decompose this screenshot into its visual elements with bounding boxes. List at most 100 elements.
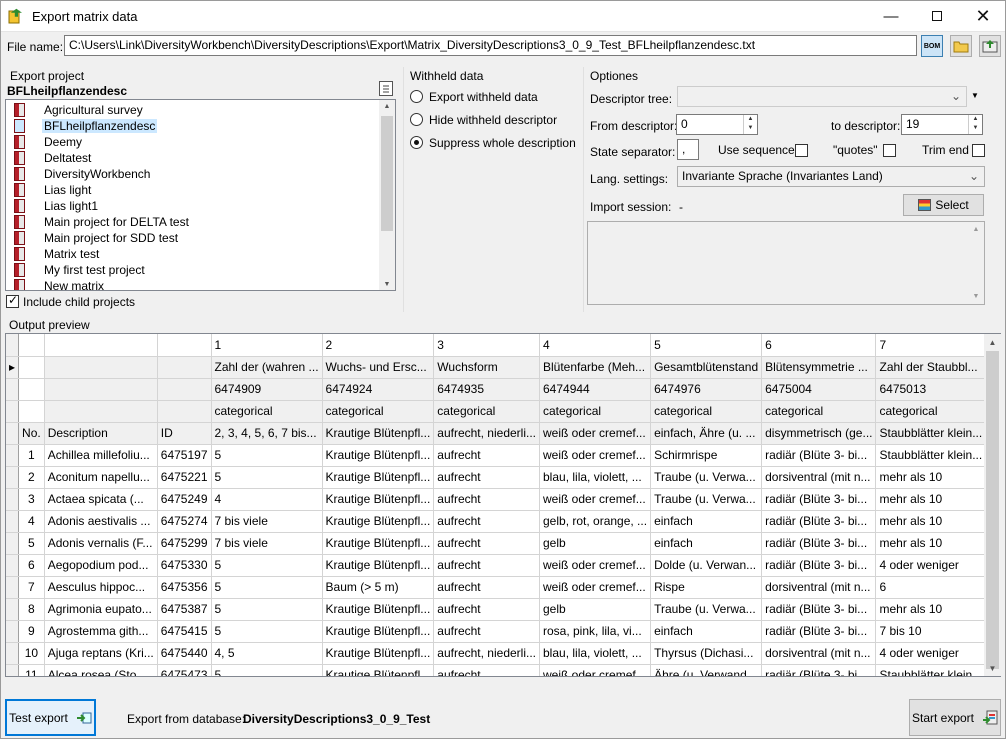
grid-cell[interactable] [157, 334, 212, 357]
scroll-thumb[interactable] [986, 351, 999, 669]
project-list-item[interactable]: Lias light1 [14, 198, 100, 214]
data-cell[interactable]: Schirmrispe [650, 444, 763, 467]
row-header[interactable] [6, 510, 20, 533]
descriptor-name-cell[interactable]: Zahl der (wahren ... [211, 356, 323, 379]
column-number[interactable]: 5 [650, 334, 763, 357]
row-header[interactable] [6, 642, 20, 665]
data-cell[interactable]: aufrecht, niederli... [433, 642, 540, 665]
grid-cell[interactable] [18, 378, 45, 401]
suppress-description-radio[interactable] [410, 136, 423, 149]
descriptor-id-cell[interactable]: 6475013 [875, 378, 987, 401]
data-cell[interactable]: weiß oder cremef... [539, 488, 652, 511]
data-cell[interactable]: 6475473 [157, 664, 212, 676]
state-separator-input[interactable]: , [677, 139, 699, 160]
project-details-button[interactable] [379, 81, 393, 96]
descriptor-id-cell[interactable]: 6474935 [433, 378, 540, 401]
project-list-item[interactable]: Deltatest [14, 150, 93, 166]
grid-cell[interactable] [157, 378, 212, 401]
grid-cell[interactable] [44, 400, 158, 423]
descriptor-name-cell[interactable]: Wuchs- und Ersc... [322, 356, 435, 379]
data-cell[interactable]: aufrecht [433, 554, 540, 577]
grid-cell[interactable] [6, 400, 20, 423]
data-cell[interactable]: Agrostemma gith... [44, 620, 158, 643]
data-cell[interactable]: aufrecht [433, 510, 540, 533]
save-file-button[interactable] [979, 35, 1001, 57]
data-cell[interactable]: 9 [18, 620, 45, 643]
data-cell[interactable]: 6475415 [157, 620, 212, 643]
header-cell[interactable]: weiß oder cremef... [539, 422, 652, 445]
data-cell[interactable]: blau, lila, violett, ... [539, 642, 652, 665]
data-cell[interactable]: aufrecht [433, 620, 540, 643]
descriptor-name-cell[interactable]: Wuchsform [433, 356, 540, 379]
project-scroll-thumb[interactable] [381, 116, 393, 231]
data-cell[interactable]: 4 oder weniger [875, 554, 987, 577]
data-cell[interactable]: weiß oder cremef... [539, 444, 652, 467]
descriptor-name-cell[interactable]: Blütensymmetrie ... [761, 356, 877, 379]
header-cell[interactable]: einfach, Ähre (u. ... [650, 422, 763, 445]
data-cell[interactable]: mehr als 10 [875, 598, 987, 621]
data-cell[interactable]: Krautige Blütenpfl... [322, 554, 435, 577]
data-cell[interactable]: 6475440 [157, 642, 212, 665]
descriptor-id-cell[interactable]: 6475004 [761, 378, 877, 401]
data-cell[interactable]: Actaea spicata (... [44, 488, 158, 511]
data-cell[interactable]: Krautige Blütenpfl... [322, 620, 435, 643]
row-header[interactable] [6, 598, 20, 621]
data-cell[interactable]: dorsiventral (mit n... [761, 576, 877, 599]
data-cell[interactable]: einfach [650, 510, 763, 533]
data-cell[interactable]: aufrecht [433, 532, 540, 555]
open-folder-button[interactable] [950, 35, 972, 57]
project-list-item[interactable]: My first test project [14, 262, 147, 278]
data-cell[interactable]: rosa, pink, lila, vi... [539, 620, 652, 643]
project-list-item[interactable]: Agricultural survey [14, 102, 145, 118]
descriptor-type-cell[interactable]: categorical [875, 400, 987, 423]
data-cell[interactable]: 5 [211, 620, 323, 643]
row-header[interactable] [6, 444, 20, 467]
data-cell[interactable]: Traube (u. Verwa... [650, 488, 763, 511]
data-cell[interactable]: Achillea millefoliu... [44, 444, 158, 467]
data-cell[interactable]: 6 [18, 554, 45, 577]
descriptor-name-cell[interactable]: Gesamtblütenstand [650, 356, 763, 379]
data-cell[interactable]: weiß oder cremef... [539, 554, 652, 577]
data-cell[interactable]: Staubblätter klein... [875, 664, 987, 676]
data-cell[interactable]: 6475221 [157, 466, 212, 489]
data-cell[interactable]: Krautige Blütenpfl... [322, 598, 435, 621]
data-cell[interactable]: Dolde (u. Verwan... [650, 554, 763, 577]
trim-end-checkbox[interactable] [972, 144, 985, 157]
project-list-item[interactable]: Main project for DELTA test [14, 214, 191, 230]
data-cell[interactable]: 4 [211, 488, 323, 511]
header-cell[interactable]: 2, 3, 4, 5, 6, 7 bis... [211, 422, 323, 445]
data-cell[interactable]: 5 [211, 444, 323, 467]
data-cell[interactable]: 6475387 [157, 598, 212, 621]
data-cell[interactable]: 7 bis 10 [875, 620, 987, 643]
data-cell[interactable]: radiär (Blüte 3- bi... [761, 444, 877, 467]
descriptor-tree-select[interactable]: ⌄ [677, 86, 967, 107]
data-cell[interactable]: Rispe [650, 576, 763, 599]
data-cell[interactable]: einfach [650, 532, 763, 555]
data-cell[interactable]: 6475197 [157, 444, 212, 467]
grid-cell[interactable] [157, 400, 212, 423]
data-cell[interactable]: Adonis aestivalis ... [44, 510, 158, 533]
data-cell[interactable]: Krautige Blütenpfl... [322, 532, 435, 555]
data-cell[interactable]: 5 [18, 532, 45, 555]
test-export-button[interactable]: Test export [5, 699, 96, 736]
to-spinner[interactable]: ▲ ▼ [968, 115, 982, 134]
project-list-item[interactable]: DiversityWorkbench [14, 166, 152, 182]
data-cell[interactable]: mehr als 10 [875, 532, 987, 555]
data-cell[interactable]: 6475274 [157, 510, 212, 533]
header-cell[interactable]: Krautige Blütenpfl... [322, 422, 435, 445]
data-cell[interactable]: radiär (Blüte 3- bi... [761, 532, 877, 555]
descriptor-id-cell[interactable]: 6474924 [322, 378, 435, 401]
data-cell[interactable]: 11 [18, 664, 45, 676]
data-cell[interactable]: mehr als 10 [875, 466, 987, 489]
to-descriptor-input[interactable]: 19 ▲ ▼ [901, 114, 983, 135]
data-cell[interactable]: aufrecht [433, 444, 540, 467]
grid-vertical-scrollbar[interactable]: ▲ ▼ [984, 334, 1001, 676]
data-cell[interactable]: Adonis vernalis (F... [44, 532, 158, 555]
data-cell[interactable]: Krautige Blütenpfl... [322, 488, 435, 511]
maximize-button[interactable] [914, 0, 960, 32]
header-cell[interactable]: No. [18, 422, 45, 445]
descriptor-id-cell[interactable]: 6474944 [539, 378, 652, 401]
descriptor-type-cell[interactable]: categorical [539, 400, 652, 423]
include-child-checkbox[interactable]: ✓ [6, 293, 19, 308]
data-cell[interactable]: dorsiventral (mit n... [761, 642, 877, 665]
